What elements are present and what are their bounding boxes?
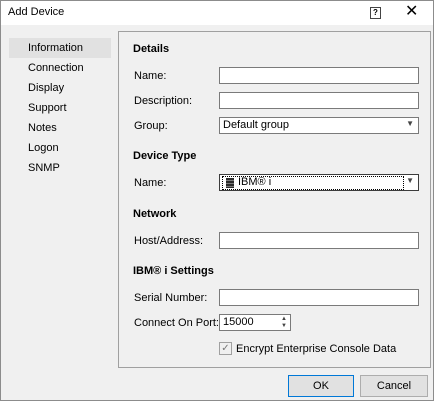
window-title: Add Device [8, 6, 65, 18]
focus-rect: IBM® i [222, 176, 404, 190]
device-type-value: IBM® i [238, 176, 272, 188]
nav-item-information[interactable]: Information [9, 38, 111, 58]
nav-item-connection[interactable]: Connection [9, 58, 111, 78]
name-label: Name: [134, 70, 167, 82]
add-device-dialog: Add Device ? ✕ Information Connection Di… [0, 0, 434, 401]
host-field[interactable] [219, 232, 419, 249]
close-icon[interactable]: ✕ [405, 4, 418, 20]
ibm-server-icon [226, 178, 234, 188]
cancel-button[interactable]: Cancel [360, 375, 428, 397]
serial-field[interactable] [219, 289, 419, 306]
encrypt-checkbox[interactable]: ✓ [219, 342, 232, 355]
title-bar: Add Device ? ✕ [1, 1, 433, 25]
network-heading: Network [133, 208, 177, 220]
group-select-value: Default group [223, 119, 290, 131]
ibmi-settings-heading: IBM® i Settings [133, 265, 214, 277]
nav-item-notes[interactable]: Notes [9, 118, 111, 138]
chevron-down-icon: ▼ [406, 176, 414, 185]
name-field[interactable] [219, 67, 419, 84]
nav-item-display[interactable]: Display [9, 78, 111, 98]
information-panel: Details Name: Description: Group: Defaul… [118, 31, 431, 368]
chevron-down-icon: ▼ [406, 119, 414, 128]
group-select[interactable]: Default group ▼ [219, 117, 419, 134]
serial-label: Serial Number: [134, 292, 208, 304]
details-heading: Details [133, 43, 170, 55]
nav-item-snmp[interactable]: SNMP [9, 158, 111, 178]
port-spinner[interactable]: 15000 ▲ ▼ [219, 314, 291, 331]
nav-item-support[interactable]: Support [9, 98, 111, 118]
nav-item-logon[interactable]: Logon [9, 138, 111, 158]
description-field[interactable] [219, 92, 419, 109]
device-type-name-label: Name: [134, 177, 167, 189]
port-label: Connect On Port: [134, 317, 219, 329]
settings-nav: Information Connection Display Support N… [9, 38, 111, 178]
encrypt-label: Encrypt Enterprise Console Data [236, 343, 397, 355]
device-type-heading: Device Type [133, 150, 197, 162]
description-label: Description: [134, 95, 193, 107]
spin-down-icon[interactable]: ▼ [281, 323, 287, 329]
port-value: 15000 [223, 316, 254, 328]
spin-up-icon[interactable]: ▲ [281, 316, 287, 322]
help-button[interactable]: ? [370, 7, 381, 19]
host-label: Host/Address: [134, 235, 204, 247]
device-type-select[interactable]: IBM® i ▼ [219, 174, 419, 191]
group-label: Group: [134, 120, 168, 132]
ok-button[interactable]: OK [288, 375, 354, 397]
